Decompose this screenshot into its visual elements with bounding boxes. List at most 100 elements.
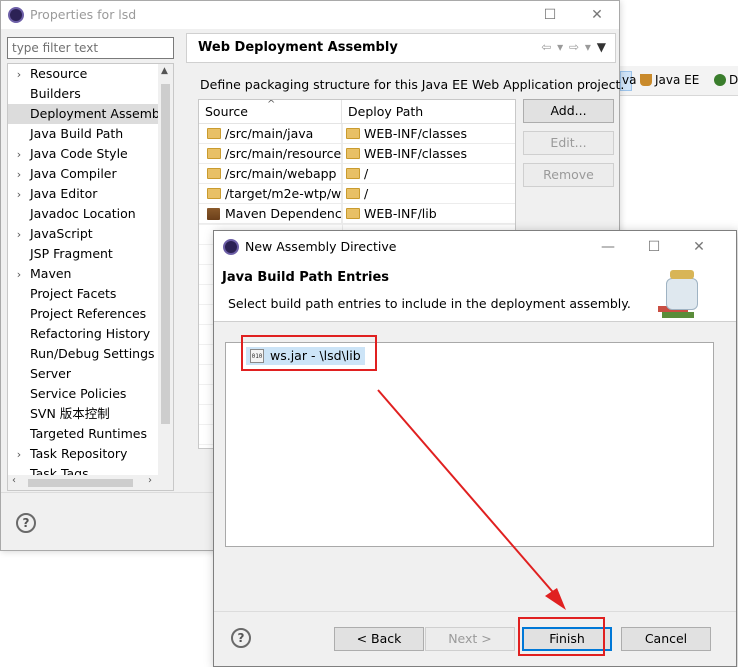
- tree-item-resource[interactable]: › Resource: [8, 64, 162, 84]
- close-button[interactable]: ✕: [585, 4, 609, 26]
- scrollbar-thumb[interactable]: [28, 479, 133, 487]
- forward-menu-icon[interactable]: ▾: [585, 40, 592, 54]
- tree-item-task-repository[interactable]: › Task Repository: [8, 444, 162, 464]
- tree-item-service-policies[interactable]: Service Policies: [8, 384, 162, 404]
- chevron-right-icon[interactable]: ›: [8, 225, 30, 244]
- annotation-highlight-entry: [241, 335, 377, 371]
- deploy-path-cell: /: [342, 184, 515, 204]
- help-icon[interactable]: ?: [16, 513, 36, 533]
- chevron-right-icon[interactable]: ›: [8, 65, 30, 84]
- add-button[interactable]: Add...: [523, 99, 614, 123]
- chevron-right-icon[interactable]: ›: [8, 165, 30, 184]
- tree-item-label: JavaScript: [30, 226, 93, 241]
- eclipse-icon: [223, 239, 239, 255]
- source-cell: Maven Dependencies: [199, 204, 342, 224]
- tree-item-run-debug-settings[interactable]: Run/Debug Settings: [8, 344, 162, 364]
- table-row[interactable]: /src/main/resources WEB-INF/classes: [199, 144, 515, 164]
- page-title: Web Deployment Assembly: [198, 40, 398, 55]
- forward-nav-icon[interactable]: ⇨: [569, 40, 580, 54]
- tree-item-javascript[interactable]: › JavaScript: [8, 224, 162, 244]
- tree-item-jsp-fragment[interactable]: JSP Fragment: [8, 244, 162, 264]
- close-button[interactable]: ✕: [687, 236, 711, 258]
- minimize-button[interactable]: —: [596, 236, 620, 258]
- tree-item-server[interactable]: Server: [8, 364, 162, 384]
- library-icon: [207, 208, 220, 220]
- view-menu-icon[interactable]: ▼: [597, 40, 607, 54]
- tree-item-java-build-path[interactable]: Java Build Path: [8, 124, 162, 144]
- tree-item-targeted-runtimes[interactable]: Targeted Runtimes: [8, 424, 162, 444]
- tree-horizontal-scrollbar[interactable]: ‹ ›: [8, 475, 173, 490]
- chevron-right-icon[interactable]: ›: [8, 265, 30, 284]
- properties-tree[interactable]: › Resource Builders Deployment Assembly Java…: [7, 63, 174, 491]
- tree-item-label: Builders: [30, 86, 81, 101]
- tree-item-maven[interactable]: › Maven: [8, 264, 162, 284]
- column-header-deploy-path[interactable]: Deploy Path: [342, 100, 515, 124]
- maximize-button[interactable]: ☐: [642, 236, 666, 258]
- tree-item-label: Project References: [30, 306, 147, 321]
- tree-item-deployment-assembly[interactable]: Deployment Assembly: [8, 104, 162, 124]
- build-path-entries-list[interactable]: 010 ws.jar - \lsd\lib: [225, 342, 714, 547]
- source-cell: /target/m2e-wtp/web-resources: [199, 184, 342, 204]
- chevron-right-icon[interactable]: ›: [8, 145, 30, 164]
- deploy-path-cell: WEB-INF/classes: [342, 144, 515, 164]
- tree-item-svn[interactable]: SVN 版本控制: [8, 404, 162, 424]
- help-icon[interactable]: ?: [231, 628, 251, 648]
- perspective-debug[interactable]: D: [714, 73, 738, 87]
- tree-item-label: JSP Fragment: [30, 246, 113, 261]
- cancel-button[interactable]: Cancel: [621, 627, 711, 651]
- tree-item-label: Java Compiler: [30, 166, 117, 181]
- scroll-up-icon[interactable]: ▲: [161, 66, 168, 76]
- tree-item-java-compiler[interactable]: › Java Compiler: [8, 164, 162, 184]
- back-button[interactable]: < Back: [334, 627, 424, 651]
- back-nav-icon[interactable]: ⇦: [541, 40, 552, 54]
- folder-icon: [346, 148, 360, 159]
- tree-item-builders[interactable]: Builders: [8, 84, 162, 104]
- scroll-left-icon[interactable]: ‹: [12, 475, 16, 486]
- folder-icon: [207, 148, 221, 159]
- filter-input[interactable]: type filter text: [7, 37, 174, 59]
- grid-line: [199, 224, 515, 225]
- table-row[interactable]: /src/main/java WEB-INF/classes: [199, 124, 515, 144]
- debug-icon: [714, 74, 726, 86]
- column-header-source[interactable]: Source ^: [199, 100, 342, 124]
- maximize-button[interactable]: ☐: [538, 4, 562, 26]
- page-description: Define packaging structure for this Java…: [200, 77, 625, 92]
- deploy-path-cell: /: [342, 164, 515, 184]
- folder-icon: [207, 168, 221, 179]
- folder-icon: [346, 188, 360, 199]
- jar-books-icon: [656, 268, 708, 318]
- edit-button[interactable]: Edit...: [523, 131, 614, 155]
- tree-item-java-code-style[interactable]: › Java Code Style: [8, 144, 162, 164]
- java-ee-icon: [640, 74, 652, 86]
- tree-item-refactoring-history[interactable]: Refactoring History: [8, 324, 162, 344]
- scroll-right-icon[interactable]: ›: [148, 475, 152, 486]
- eclipse-icon: [8, 7, 24, 23]
- deploy-path-cell: WEB-INF/lib: [342, 204, 515, 224]
- table-row[interactable]: /target/m2e-wtp/web-resources/: [199, 184, 515, 204]
- annotation-highlight-finish: [518, 617, 605, 656]
- tree-item-label: Java Build Path: [30, 126, 124, 141]
- tree-vertical-scrollbar[interactable]: ▲: [158, 64, 173, 477]
- tree-item-project-references[interactable]: Project References: [8, 304, 162, 324]
- folder-icon: [346, 168, 360, 179]
- table-row[interactable]: /src/main/webapp /: [199, 164, 515, 184]
- dialog-header-title: Java Build Path Entries: [222, 270, 390, 285]
- chevron-right-icon[interactable]: ›: [8, 445, 30, 464]
- scrollbar-thumb[interactable]: [161, 84, 170, 424]
- source-cell: /src/main/resources: [199, 144, 342, 164]
- table-row[interactable]: Maven DependenciesWEB-INF/lib: [199, 204, 515, 224]
- tree-item-project-facets[interactable]: Project Facets: [8, 284, 162, 304]
- back-menu-icon[interactable]: ▾: [557, 40, 564, 54]
- tree-item-java-editor[interactable]: › Java Editor: [8, 184, 162, 204]
- remove-button[interactable]: Remove: [523, 163, 614, 187]
- tree-item-label: Targeted Runtimes: [30, 426, 147, 441]
- dialog-header: Java Build Path Entries Select build pat…: [214, 262, 736, 322]
- tree-item-label: Project Facets: [30, 286, 117, 301]
- tree-item-javadoc-location[interactable]: Javadoc Location: [8, 204, 162, 224]
- sort-up-icon: ^: [267, 99, 276, 110]
- deploy-path-cell: WEB-INF/classes: [342, 124, 515, 144]
- chevron-right-icon[interactable]: ›: [8, 185, 30, 204]
- next-button[interactable]: Next >: [425, 627, 515, 651]
- perspective-java-ee[interactable]: Java EE: [640, 73, 699, 87]
- tree-item-label: Deployment Assembly: [30, 106, 162, 121]
